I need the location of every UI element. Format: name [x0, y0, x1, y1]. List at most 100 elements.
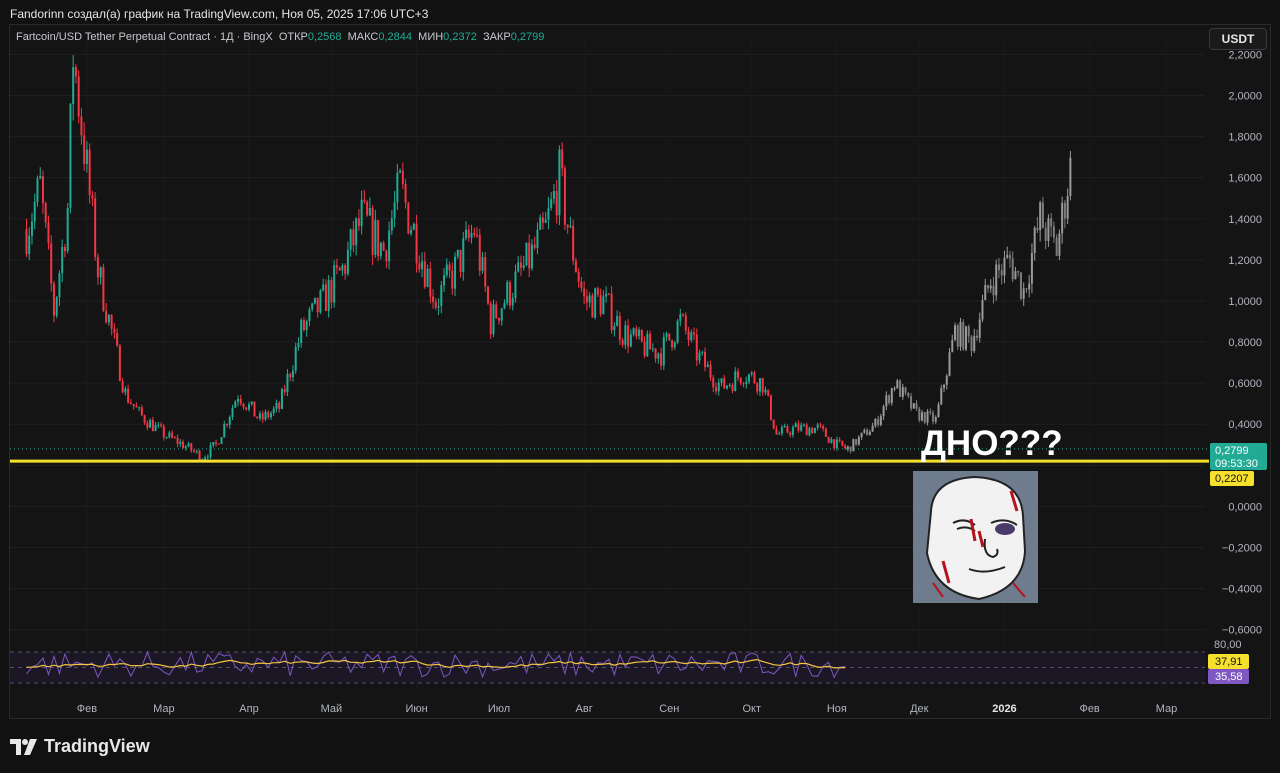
candle [550, 198, 553, 209]
legend-high-value: 0,2844 [378, 31, 413, 43]
candle [410, 229, 413, 234]
tradingview-logo[interactable]: TradingView [10, 736, 150, 757]
candle [726, 385, 728, 389]
candle [687, 330, 690, 341]
candle [429, 268, 432, 297]
candle [462, 238, 465, 272]
projection-candle [866, 429, 869, 436]
rsi-top-label: 80,00 [1214, 639, 1242, 651]
candle [311, 303, 314, 310]
candle [423, 261, 426, 287]
candle [497, 318, 500, 321]
candle [712, 377, 715, 388]
candle [151, 419, 154, 432]
candle [574, 260, 577, 272]
candle [135, 405, 138, 408]
candle [399, 170, 402, 173]
candle [487, 286, 489, 304]
price-tick-label: 1,6000 [1228, 173, 1262, 185]
candle [237, 398, 240, 402]
candle [231, 407, 234, 418]
projection-candle [978, 319, 981, 338]
candle [720, 378, 723, 383]
candle [456, 249, 459, 257]
projection-candle [857, 437, 860, 445]
candle [368, 208, 371, 216]
time-tick-label: Апр [239, 703, 258, 715]
time-tick-label: Сен [659, 703, 679, 715]
candle [778, 433, 781, 435]
candle [171, 432, 174, 438]
candle [184, 446, 187, 449]
projection-candle [1044, 227, 1047, 241]
candle [596, 288, 599, 295]
candle [432, 296, 435, 302]
candle [467, 229, 470, 238]
candle [693, 332, 696, 335]
candle [173, 437, 176, 439]
projection-candle [956, 325, 959, 347]
candle [41, 176, 44, 203]
candle [426, 268, 429, 287]
projection-candle [1033, 227, 1036, 253]
candle [209, 445, 212, 457]
projection-candle [868, 431, 871, 436]
candle [492, 304, 495, 335]
candle [607, 293, 610, 295]
candle [767, 389, 770, 396]
currency-button[interactable]: USDT [1209, 28, 1267, 50]
candle [552, 191, 555, 199]
candle [267, 411, 270, 418]
price-tick-label: −0,6000 [1222, 625, 1262, 637]
projection-candle [1066, 195, 1069, 219]
projection-candle [943, 384, 946, 389]
candle [401, 170, 404, 184]
candle [459, 249, 462, 272]
candle [775, 428, 778, 435]
candle [723, 378, 726, 389]
candle [360, 199, 363, 227]
projection-candle [1052, 226, 1055, 238]
candle [349, 229, 352, 250]
candle [844, 445, 847, 449]
last-price-value: 0,2799 [1215, 445, 1249, 457]
candle [377, 220, 380, 257]
candle [627, 325, 630, 347]
projection-candle [863, 429, 866, 433]
legend-open-label: ОТКР [278, 31, 308, 43]
candle [506, 282, 509, 304]
projection-candle [899, 380, 902, 397]
candle [756, 383, 759, 392]
candle [363, 199, 366, 202]
price-chart[interactable]: 2,2000 2,0000 1,8000 1,6000 1,4000 1,2000 1,00… [0, 0, 1280, 773]
projection-candle [1047, 218, 1050, 241]
rsi-pane [10, 650, 1205, 684]
wojak-face-icon [913, 471, 1038, 603]
candle [116, 332, 119, 346]
candle [783, 425, 786, 428]
candle [39, 176, 42, 179]
candle [124, 388, 127, 393]
candle [555, 191, 558, 216]
candle [561, 149, 564, 169]
legend-low-value: 0,2372 [443, 31, 477, 43]
candle [690, 332, 693, 341]
candle [415, 223, 418, 264]
candle [404, 183, 407, 203]
candle [558, 149, 561, 216]
candle [624, 325, 627, 345]
candle [635, 328, 638, 337]
candle [140, 407, 143, 416]
projection-candle [975, 335, 978, 338]
candle [91, 195, 94, 199]
candle [481, 257, 484, 271]
candle [217, 443, 220, 445]
candle [110, 314, 113, 329]
candle [245, 407, 248, 410]
candle [324, 284, 327, 312]
projection-candle [877, 418, 880, 425]
candle [313, 297, 316, 304]
projection-candle [940, 388, 943, 405]
candle [679, 314, 682, 321]
candle [805, 424, 808, 436]
